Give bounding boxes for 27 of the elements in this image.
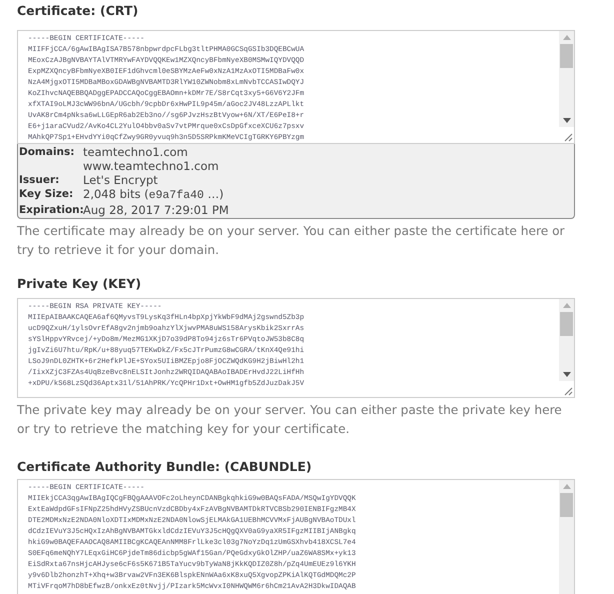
scrollbar[interactable] xyxy=(559,31,574,127)
detail-label: Domains: xyxy=(19,145,76,160)
scroll-up-icon[interactable] xyxy=(562,484,570,489)
resize-grip-icon[interactable] xyxy=(563,386,573,396)
detail-label: Key Size: xyxy=(19,187,74,202)
scrollbar[interactable] xyxy=(559,299,574,381)
field-label: Certificate Authority Bundle: (CABUNDLE) xyxy=(17,459,313,475)
scrollbar[interactable] xyxy=(559,480,574,594)
resize-grip-icon[interactable] xyxy=(563,132,573,142)
scroll-up-icon[interactable] xyxy=(562,35,570,40)
scrollbar-thumb[interactable] xyxy=(560,493,573,517)
field-label: Private Key (KEY) xyxy=(17,276,142,292)
scroll-down-icon[interactable] xyxy=(562,118,570,123)
help-text: The private key may already be on your server. You can either paste the private key here or try to retrieve the matching key for your certificate. xyxy=(17,402,563,438)
detail-value: Aug 28, 2017 7:29:01 PM xyxy=(83,203,230,217)
detail-value: www.teamtechno1.com xyxy=(83,159,220,173)
scroll-up-icon[interactable] xyxy=(562,303,570,308)
detail-value: teamtechno1.com xyxy=(83,145,189,159)
help-text: The certificate may already be on your server. You can either paste the certificate here or try to retrieve it for your domain. xyxy=(17,223,566,259)
field-label: Certificate: (CRT) xyxy=(17,3,140,19)
detail-label: Expiration: xyxy=(19,203,83,216)
scroll-down-icon[interactable] xyxy=(562,372,570,377)
detail-value: Let's Encrypt xyxy=(83,173,159,187)
scrollbar-thumb[interactable] xyxy=(560,312,573,336)
scrollbar-thumb[interactable] xyxy=(560,44,573,68)
detail-label: Issuer: xyxy=(19,173,60,187)
detail-value: 2,048 bits (e9a7fa40 …) xyxy=(83,187,225,203)
